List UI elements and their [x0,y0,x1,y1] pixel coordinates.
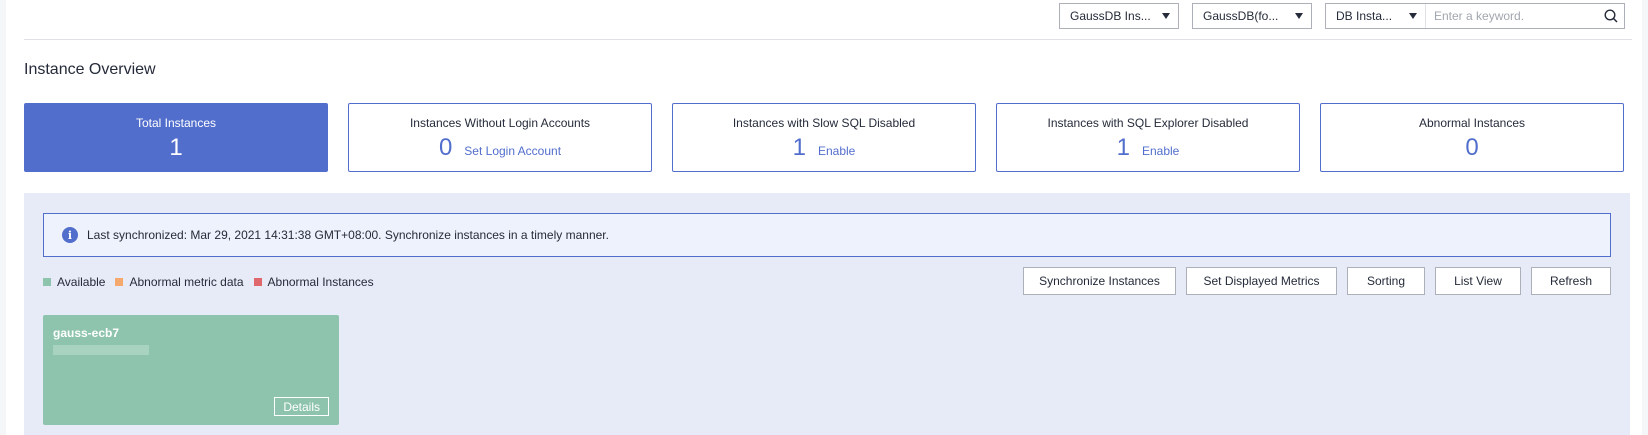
card-label: Instances with Slow SQL Disabled [732,116,916,130]
version-select[interactable]: GaussDB(fo... [1192,3,1312,29]
synchronize-instances-button[interactable]: Synchronize Instances [1023,267,1176,295]
card-value: 1 [792,134,806,161]
header-divider [24,39,1632,40]
version-select-value: GaussDB(fo... [1203,9,1279,23]
list-view-button[interactable]: List View [1435,267,1521,295]
engine-select[interactable]: GaussDB Ins... [1059,3,1179,29]
instance-tile[interactable]: gauss-ecb7 Details [43,315,339,425]
card-value: 0 [1465,134,1479,161]
card-value: 0 [438,134,453,161]
set-displayed-metrics-button[interactable]: Set Displayed Metrics [1186,267,1337,295]
search-box: DB Insta... [1325,3,1625,29]
legend-label: Abnormal Instances [267,275,374,289]
legend-label: Abnormal metric data [129,275,244,289]
sorting-button[interactable]: Sorting [1347,267,1425,295]
card-label: Instances Without Login Accounts [409,116,591,130]
card-total-instances[interactable]: Total Instances 1 [24,103,328,172]
chevron-down-icon [1409,13,1417,19]
overview-cards: Total Instances 1 Instances Without Logi… [24,103,1624,172]
card-sql-explorer-disabled[interactable]: Instances with SQL Explorer Disabled 1 E… [996,103,1300,172]
page-title: Instance Overview [24,61,156,78]
card-value: 1 [169,134,183,161]
set-login-account-link[interactable]: Set Login Account [464,144,561,158]
sync-notice: i Last synchronized: Mar 29, 2021 14:31:… [43,213,1611,257]
page: GaussDB Ins... GaussDB(fo... DB Insta...… [6,0,1642,435]
legend-item-available: Available [43,275,105,289]
engine-select-value: GaussDB Ins... [1070,9,1151,23]
sync-notice-text: Last synchronized: Mar 29, 2021 14:31:38… [87,228,609,242]
chevron-down-icon [1162,13,1170,19]
search-field-select[interactable]: DB Insta... [1326,4,1426,28]
search-icon[interactable] [1598,4,1624,28]
search-field-value: DB Insta... [1336,9,1393,23]
legend-item-abnormal-metric: Abnormal metric data [115,275,244,289]
refresh-button[interactable]: Refresh [1531,267,1611,295]
info-icon: i [62,227,78,243]
enable-slow-sql-link[interactable]: Enable [818,144,855,158]
enable-sql-explorer-link[interactable]: Enable [1142,144,1179,158]
instance-subtitle-redacted [53,345,149,355]
chevron-down-icon [1295,13,1303,19]
legend-item-abnormal-instances: Abnormal Instances [253,275,374,289]
card-without-login-accounts[interactable]: Instances Without Login Accounts 0 Set L… [348,103,652,172]
legend-swatch [115,278,124,286]
instance-name: gauss-ecb7 [53,326,120,340]
card-label: Abnormal Instances [1418,116,1526,130]
card-label: Instances with SQL Explorer Disabled [1047,116,1249,130]
card-value: 1 [1116,134,1130,161]
status-legend: Available Abnormal metric data Abnormal … [43,275,384,289]
filter-bar: GaussDB Ins... GaussDB(fo... DB Insta... [1059,3,1625,29]
instance-details-button[interactable]: Details [274,397,329,416]
card-label: Total Instances [135,116,217,130]
card-slow-sql-disabled[interactable]: Instances with Slow SQL Disabled 1 Enabl… [672,103,976,172]
legend-swatch [253,278,262,286]
search-input[interactable] [1426,5,1598,27]
legend-label: Available [57,275,106,289]
legend-swatch [43,278,51,286]
card-abnormal-instances[interactable]: Abnormal Instances 0 [1320,103,1624,172]
instances-panel: i Last synchronized: Mar 29, 2021 14:31:… [24,193,1630,435]
panel-actions: Synchronize Instances Set Displayed Metr… [1023,267,1611,295]
